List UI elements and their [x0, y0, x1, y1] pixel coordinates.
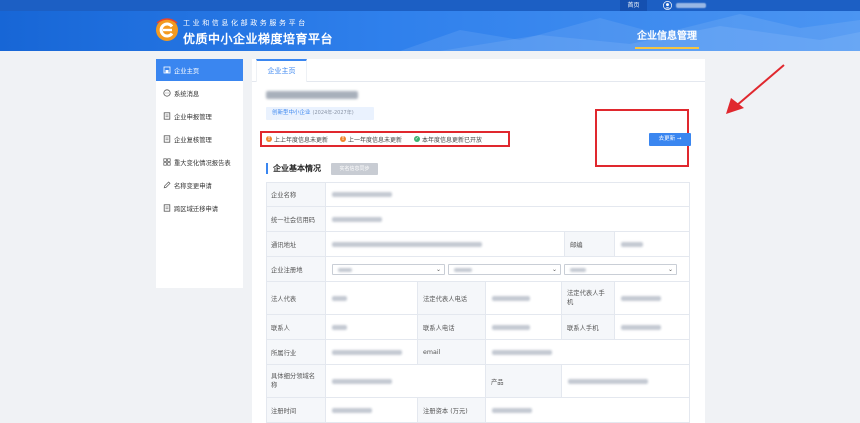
province-select[interactable]: ⌄ [332, 264, 445, 275]
notice-text: 上一年度信息未更新 [348, 136, 403, 144]
sidebar-item-label: 系统消息 [174, 90, 200, 98]
qualification-tag: 创新型中小企业 (2024年-2027年) [266, 107, 374, 120]
module-tab-enterprise-info[interactable]: 企业信息管理 [629, 24, 705, 51]
chevron-down-icon: ⌄ [551, 266, 557, 273]
label-contact: 联系人 [266, 315, 326, 340]
annotation-arrow-icon [726, 64, 785, 114]
check-icon: ✓ [414, 136, 421, 142]
sidebar-item-major-change-report[interactable]: 重大变化情况报告表 [156, 151, 243, 173]
sidebar-item-relocation[interactable]: 跨区域迁移申请 [156, 197, 243, 219]
document-icon [163, 135, 171, 143]
brand-subtitle: 工业和信息化部政务服务平台 [183, 19, 308, 27]
field-address[interactable] [326, 232, 565, 257]
sidebar-item-label: 企业复核管理 [174, 136, 212, 144]
field-credit-code[interactable] [326, 207, 690, 232]
city-select[interactable]: ⌄ [448, 264, 561, 275]
document-icon [163, 112, 171, 120]
qualification-period: (2024年-2027年) [312, 110, 354, 116]
edit-icon [163, 181, 171, 189]
label-legal-rep: 法人代表 [266, 282, 326, 315]
go-update-button[interactable]: 去更新 → [649, 133, 691, 146]
label-contact-mobile: 联系人手机 [562, 315, 615, 340]
label-reg-date: 注册时间 [266, 398, 326, 423]
field-contact-mobile[interactable] [615, 315, 690, 340]
field-reg-date[interactable] [326, 398, 418, 423]
company-name-redacted [266, 91, 358, 99]
enterprise-info-form: 企业名称 统一社会信用码 通讯地址 邮编 企业注册地 ⌄ ⌄ ⌄ 法人代表 法定… [266, 182, 690, 423]
notice-text: 上上年度信息未更新 [274, 136, 329, 144]
label-postcode: 邮编 [565, 232, 615, 257]
label-email: email [418, 340, 486, 365]
qualification-label: 创新型中小企业 [272, 110, 311, 116]
chevron-down-icon: ⌄ [667, 266, 673, 273]
field-reg-capital[interactable] [486, 398, 690, 423]
field-email[interactable] [486, 340, 690, 365]
chat-icon [163, 89, 171, 97]
grid-icon [163, 158, 171, 166]
field-contact-phone[interactable] [486, 315, 562, 340]
notice-item: ! 上一年度信息未更新 [340, 135, 402, 144]
section-accent-bar [266, 163, 268, 174]
notice-text: 本年度信息更新已开放 [422, 136, 483, 144]
label-industry: 所属行业 [266, 340, 326, 365]
sidebar-item-label: 重大变化情况报告表 [174, 159, 231, 167]
label-contact-phone: 联系人电话 [418, 315, 486, 340]
field-contact[interactable] [326, 315, 418, 340]
home-link[interactable]: 首页 [620, 0, 647, 11]
top-strip [0, 0, 860, 11]
tab-enterprise-home[interactable]: 企业主页 [256, 59, 307, 82]
label-address: 通讯地址 [266, 232, 326, 257]
sync-realname-button[interactable]: 实名信息同步 [331, 163, 378, 175]
sidebar-item-name-change[interactable]: 名称变更申请 [156, 174, 243, 196]
main-panel: 企业主页 创新型中小企业 (2024年-2027年) ! 上上年度信息未更新 ! … [252, 59, 705, 423]
label-product: 产品 [486, 365, 562, 398]
label-legal-rep-mobile: 法定代表人手机 [562, 282, 615, 315]
sidebar-item-home[interactable]: 企业主页 [156, 59, 243, 81]
sidebar-item-review[interactable]: 企业复核管理 [156, 128, 243, 150]
sidebar-item-label: 企业申报管理 [174, 113, 212, 121]
label-legal-rep-phone: 法定代表人电话 [418, 282, 486, 315]
sidebar-item-messages[interactable]: 系统消息 [156, 82, 243, 104]
field-product[interactable] [562, 365, 690, 398]
field-segment-name[interactable] [326, 365, 486, 398]
sidebar-item-label: 跨区域迁移申请 [174, 205, 219, 213]
field-legal-rep[interactable] [326, 282, 418, 315]
user-icon[interactable] [663, 1, 672, 10]
user-name-redacted[interactable] [676, 3, 706, 8]
sidebar: 企业主页 系统消息 企业申报管理 企业复核管理 重大变化情况报告表 名称变更申请… [156, 59, 243, 288]
notice-item: ! 上上年度信息未更新 [266, 135, 328, 144]
field-legal-rep-phone[interactable] [486, 282, 562, 315]
chevron-down-icon: ⌄ [435, 266, 441, 273]
sidebar-item-declaration[interactable]: 企业申报管理 [156, 105, 243, 127]
field-postcode[interactable] [615, 232, 690, 257]
field-industry[interactable] [326, 340, 418, 365]
warning-icon: ! [266, 136, 272, 142]
label-credit-code: 统一社会信用码 [266, 207, 326, 232]
sidebar-item-label: 企业主页 [174, 67, 200, 75]
warning-icon: ! [340, 136, 347, 142]
app-header: 首页 工业和信息化部政务服务平台 优质中小企业梯度培育平台 企业信息管理 [0, 0, 860, 51]
document-icon [163, 204, 171, 212]
brand-title: 优质中小企业梯度培育平台 [183, 32, 334, 46]
tab-bar: 企业主页 [252, 59, 705, 82]
label-company-name: 企业名称 [266, 182, 326, 207]
sidebar-item-label: 名称变更申请 [174, 182, 212, 190]
section-title: 企业基本情况 [273, 164, 321, 173]
field-legal-rep-mobile[interactable] [615, 282, 690, 315]
home-icon [163, 66, 171, 74]
update-status-notices: ! 上上年度信息未更新 ! 上一年度信息未更新 ✓ 本年度信息更新已开放 [260, 131, 510, 147]
label-segment-name: 具体细分领域名称 [266, 365, 326, 398]
field-registered-location: ⌄ ⌄ ⌄ [326, 257, 690, 282]
label-registered-location: 企业注册地 [266, 257, 326, 282]
platform-logo-icon [156, 18, 178, 41]
label-reg-capital: 注册资本 (万元) [418, 398, 486, 423]
district-select[interactable]: ⌄ [564, 264, 677, 275]
field-company-name[interactable] [326, 182, 690, 207]
notice-item: ✓ 本年度信息更新已开放 [414, 135, 482, 144]
